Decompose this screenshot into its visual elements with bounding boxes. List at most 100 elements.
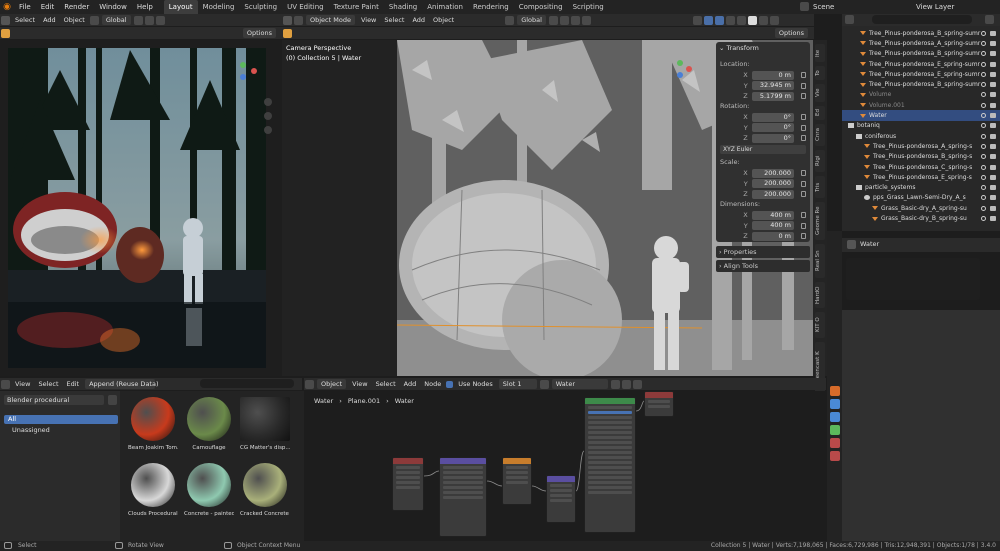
visibility-eye-icon[interactable] bbox=[981, 185, 986, 191]
snap-icon[interactable] bbox=[559, 15, 569, 25]
asset-tile[interactable]: Beam Joakim Tom... bbox=[128, 397, 178, 451]
render-camera-icon[interactable] bbox=[990, 195, 996, 201]
render-camera-icon[interactable] bbox=[990, 92, 996, 98]
outliner-row[interactable]: Tree_Pinus-ponderosa_B_spring-sumr bbox=[842, 80, 1000, 90]
outliner-row[interactable]: Tree_Pinus-ponderosa_E_spring-sumr bbox=[842, 69, 1000, 79]
lock-icon[interactable] bbox=[801, 180, 806, 187]
node-canvas[interactable]: Water › Plane.001 › Water bbox=[304, 391, 826, 541]
texture-coordinate-node[interactable] bbox=[392, 457, 424, 511]
pin-icon[interactable] bbox=[632, 379, 642, 389]
node-editor-type-icon[interactable] bbox=[305, 379, 314, 389]
visibility-eye-icon[interactable] bbox=[981, 113, 986, 119]
asset-tile[interactable]: Camouflage bbox=[184, 397, 234, 451]
render-camera-icon[interactable] bbox=[990, 61, 996, 67]
scale-z-field[interactable]: 200.000 bbox=[751, 189, 794, 199]
location-x-field[interactable]: 0 m bbox=[751, 70, 794, 80]
asset-menu-view[interactable]: View bbox=[11, 378, 34, 390]
physics-tab-icon[interactable] bbox=[830, 425, 840, 435]
outliner-row[interactable]: Volume.001 bbox=[842, 100, 1000, 110]
gizmo-z-icon[interactable] bbox=[677, 72, 683, 78]
visibility-eye-icon[interactable] bbox=[981, 71, 986, 77]
workspace-tab-scripting[interactable]: Scripting bbox=[568, 0, 609, 14]
import-mode-dropdown[interactable]: Append (Reuse Data) bbox=[85, 379, 159, 389]
shading-render-icon[interactable] bbox=[769, 15, 779, 25]
outliner-row[interactable]: Volume bbox=[842, 90, 1000, 100]
main-options-button[interactable]: Options bbox=[774, 28, 808, 38]
editor-type-icon[interactable] bbox=[283, 15, 292, 25]
zoom-icon[interactable] bbox=[264, 98, 272, 106]
collapse-arrow-icon[interactable]: ⌄ bbox=[719, 44, 727, 52]
visibility-eye-icon[interactable] bbox=[981, 61, 986, 67]
snap-icon[interactable] bbox=[144, 15, 154, 25]
outliner-search-input[interactable] bbox=[872, 15, 972, 24]
render-camera-icon[interactable] bbox=[990, 51, 996, 57]
main-menu-select[interactable]: Select bbox=[380, 14, 408, 26]
lock-icon[interactable] bbox=[801, 191, 806, 197]
tool-tab-icon[interactable] bbox=[830, 386, 840, 396]
sidebar-tab-geome-re[interactable]: Geome Re bbox=[815, 202, 825, 240]
outliner-row[interactable]: botaniq bbox=[842, 121, 1000, 131]
gizmo-toggle-icon[interactable] bbox=[703, 15, 713, 25]
lock-icon[interactable] bbox=[801, 135, 806, 141]
overlay-toggle-icon[interactable] bbox=[714, 15, 724, 25]
lock-icon[interactable] bbox=[801, 72, 806, 78]
asset-tile[interactable]: Cracked Concrete ... bbox=[240, 463, 290, 517]
left-menu-add[interactable]: Add bbox=[39, 14, 60, 26]
visibility-eye-icon[interactable] bbox=[981, 164, 986, 170]
visibility-eye-icon[interactable] bbox=[981, 216, 986, 222]
select-box-icon[interactable] bbox=[283, 28, 292, 38]
outliner-row[interactable]: pps_Grass_Lawn-Semi-Dry_A_s bbox=[842, 193, 1000, 203]
duplicate-material-icon[interactable] bbox=[610, 379, 620, 389]
outliner-row[interactable]: Tree_Pinus-ponderosa_A_spring-s bbox=[842, 141, 1000, 151]
workspace-tab-sculpting[interactable]: Sculpting bbox=[239, 0, 282, 14]
sidebar-tab-kit-o[interactable]: KIT O bbox=[815, 312, 825, 338]
workspace-tab-texture-paint[interactable]: Texture Paint bbox=[329, 0, 384, 14]
render-camera-icon[interactable] bbox=[990, 143, 996, 149]
top-menu-render[interactable]: Render bbox=[59, 0, 94, 14]
gizmo-x-icon[interactable] bbox=[686, 66, 692, 72]
principled-bsdf-node[interactable] bbox=[584, 397, 636, 533]
material-name-field[interactable]: Water bbox=[551, 379, 608, 389]
lock-icon[interactable] bbox=[801, 233, 806, 239]
visibility-eye-icon[interactable] bbox=[981, 51, 986, 57]
lock-icon[interactable] bbox=[801, 114, 806, 120]
refresh-icon[interactable] bbox=[108, 395, 117, 405]
dimensions-y-field[interactable]: 400 m bbox=[751, 221, 794, 230]
render-camera-icon[interactable] bbox=[990, 133, 996, 139]
asset-browser-icon[interactable] bbox=[1, 379, 10, 389]
camera-view-icon[interactable] bbox=[1, 28, 10, 38]
visibility-eye-icon[interactable] bbox=[981, 143, 986, 149]
render-camera-icon[interactable] bbox=[990, 205, 996, 211]
properties-object-name[interactable]: Water bbox=[860, 240, 879, 248]
transform-orientation-icon[interactable] bbox=[505, 15, 515, 25]
asset-tile[interactable]: Clouds Procedural ... bbox=[128, 463, 178, 517]
visibility-eye-icon[interactable] bbox=[981, 30, 986, 36]
left-options-button[interactable]: Options bbox=[242, 28, 276, 38]
outliner-row[interactable]: particle_systems bbox=[842, 183, 1000, 193]
outliner-row[interactable]: Tree_Pinus-ponderosa_A_spring-sumr bbox=[842, 38, 1000, 48]
main-menu-object[interactable]: Object bbox=[429, 14, 458, 26]
shading-wire-icon[interactable] bbox=[736, 15, 746, 25]
visibility-eye-icon[interactable] bbox=[981, 92, 986, 98]
outliner-row[interactable]: Tree_Pinus-ponderosa_E_spring-s bbox=[842, 172, 1000, 182]
xray-icon[interactable] bbox=[725, 15, 735, 25]
visibility-eye-icon[interactable] bbox=[981, 123, 986, 129]
node-menu-add[interactable]: Add bbox=[400, 378, 421, 390]
blender-logo-icon[interactable]: ◉ bbox=[0, 0, 14, 14]
rotation-x-field[interactable]: 0° bbox=[751, 112, 794, 122]
visibility-eye-icon[interactable] bbox=[981, 205, 986, 211]
scale-x-field[interactable]: 200.000 bbox=[751, 168, 794, 178]
visibility-eye-icon[interactable] bbox=[981, 40, 986, 46]
render-camera-icon[interactable] bbox=[990, 40, 996, 46]
material-sphere-icon[interactable] bbox=[539, 379, 549, 389]
outliner-row[interactable]: Grass_Basic-dry_B_spring-su bbox=[842, 213, 1000, 223]
sidebar-tab-to[interactable]: To bbox=[815, 66, 825, 80]
render-camera-icon[interactable] bbox=[990, 30, 996, 36]
catalog-unassigned[interactable]: Unassigned bbox=[4, 426, 118, 435]
render-camera-icon[interactable] bbox=[990, 174, 996, 180]
workspace-tab-modeling[interactable]: Modeling bbox=[198, 0, 240, 14]
gizmo-y-icon[interactable] bbox=[677, 60, 683, 66]
sidebar-tab-tris[interactable]: Tris bbox=[815, 176, 825, 198]
left-orientation-dropdown[interactable]: Global bbox=[101, 15, 131, 25]
outliner-row[interactable]: Grass_Basic-dry_A_spring-su bbox=[842, 203, 1000, 213]
